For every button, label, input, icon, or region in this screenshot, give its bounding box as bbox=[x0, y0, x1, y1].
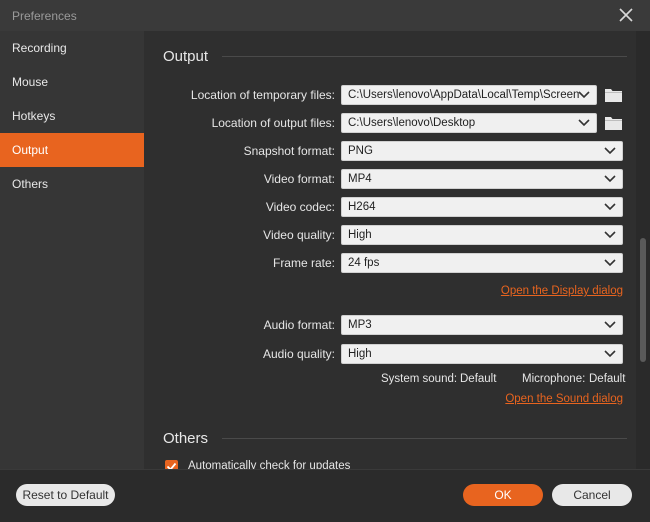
video-codec-value: H264 bbox=[348, 201, 376, 213]
snapshot-format-label: Snapshot format: bbox=[243, 144, 335, 158]
system-sound-label: System sound: bbox=[381, 373, 458, 385]
sidebar-item-recording[interactable]: Recording bbox=[0, 31, 144, 65]
system-sound-value: Default bbox=[460, 373, 497, 385]
frame-rate-row: Frame rate: 24 fps bbox=[145, 253, 635, 273]
auto-update-label: Automatically check for updates bbox=[188, 460, 351, 469]
sidebar-item-others[interactable]: Others bbox=[0, 167, 144, 201]
audio-format-select[interactable]: MP3 bbox=[341, 315, 623, 335]
open-display-dialog-link[interactable]: Open the Display dialog bbox=[501, 285, 623, 297]
others-section-header: Others bbox=[163, 430, 627, 447]
temp-files-select[interactable]: C:\Users\lenovo\AppData\Local\Temp\Scree… bbox=[341, 85, 597, 105]
sidebar-item-output[interactable]: Output bbox=[0, 133, 144, 167]
video-codec-label: Video codec: bbox=[265, 200, 335, 214]
temp-files-value: C:\Users\lenovo\AppData\Local\Temp\Scree… bbox=[348, 89, 580, 101]
close-icon[interactable] bbox=[618, 7, 634, 23]
temp-files-label: Location of temporary files: bbox=[190, 88, 335, 102]
chevron-down-icon bbox=[604, 231, 616, 239]
chevron-down-icon bbox=[604, 203, 616, 211]
audio-quality-row: Audio quality: High bbox=[145, 344, 635, 364]
chevron-down-icon bbox=[578, 91, 590, 99]
frame-rate-label: Frame rate: bbox=[272, 256, 335, 270]
sidebar-item-hotkeys[interactable]: Hotkeys bbox=[0, 99, 144, 133]
output-files-row: Location of output files: C:\Users\lenov… bbox=[145, 113, 635, 133]
microphone-label: Microphone: bbox=[522, 373, 586, 385]
settings-panel: Output Location of temporary files: C:\U… bbox=[145, 31, 635, 469]
reset-to-default-button[interactable]: Reset to Default bbox=[16, 484, 115, 506]
chevron-down-icon bbox=[604, 175, 616, 183]
chevron-down-icon bbox=[604, 147, 616, 155]
output-files-value: C:\Users\lenovo\Desktop bbox=[348, 117, 476, 129]
chevron-down-icon bbox=[604, 321, 616, 329]
section-divider bbox=[222, 56, 627, 57]
audio-format-row: Audio format: MP3 bbox=[145, 315, 635, 335]
output-files-label: Location of output files: bbox=[211, 116, 335, 130]
section-title: Others bbox=[163, 430, 209, 447]
auto-update-checkbox[interactable] bbox=[165, 459, 178, 469]
video-quality-select[interactable]: High bbox=[341, 225, 623, 245]
frame-rate-value: 24 fps bbox=[348, 257, 380, 269]
video-quality-label: Video quality: bbox=[263, 228, 335, 242]
video-quality-row: Video quality: High bbox=[145, 225, 635, 245]
temp-files-row: Location of temporary files: C:\Users\le… bbox=[145, 85, 635, 105]
vertical-scrollbar[interactable] bbox=[636, 31, 650, 469]
chevron-down-icon bbox=[578, 119, 590, 127]
dialog-footer: Reset to Default OK Cancel bbox=[0, 469, 650, 522]
frame-rate-select[interactable]: 24 fps bbox=[341, 253, 623, 273]
folder-icon[interactable] bbox=[605, 115, 622, 130]
cancel-button[interactable]: Cancel bbox=[552, 484, 632, 506]
chevron-down-icon bbox=[604, 350, 616, 358]
checkmark-icon bbox=[166, 462, 177, 469]
audio-quality-select[interactable]: High bbox=[341, 344, 623, 364]
sidebar-item-label: Hotkeys bbox=[12, 109, 56, 123]
video-codec-row: Video codec: H264 bbox=[145, 197, 635, 217]
microphone-value: Default bbox=[589, 373, 626, 385]
sidebar-item-label: Others bbox=[12, 177, 49, 191]
scrollbar-thumb[interactable] bbox=[640, 238, 646, 362]
snapshot-format-select[interactable]: PNG bbox=[341, 141, 623, 161]
sidebar-item-mouse[interactable]: Mouse bbox=[0, 65, 144, 99]
video-codec-select[interactable]: H264 bbox=[341, 197, 623, 217]
title-bar: Preferences bbox=[0, 0, 650, 31]
sidebar-item-label: Recording bbox=[12, 41, 67, 55]
window-title: Preferences bbox=[12, 9, 77, 23]
audio-sources-row: System sound: Default Microphone: Defaul… bbox=[145, 373, 635, 389]
audio-format-value: MP3 bbox=[348, 319, 372, 331]
snapshot-format-row: Snapshot format: PNG bbox=[145, 141, 635, 161]
folder-icon[interactable] bbox=[605, 87, 622, 102]
audio-format-label: Audio format: bbox=[263, 318, 335, 332]
audio-quality-value: High bbox=[348, 348, 372, 360]
sidebar-item-label: Mouse bbox=[12, 75, 49, 89]
section-title: Output bbox=[163, 48, 209, 65]
audio-quality-label: Audio quality: bbox=[262, 347, 335, 361]
output-files-select[interactable]: C:\Users\lenovo\Desktop bbox=[341, 113, 597, 133]
video-format-select[interactable]: MP4 bbox=[341, 169, 623, 189]
section-divider bbox=[222, 438, 627, 439]
sidebar: Recording Mouse Hotkeys Output Others bbox=[0, 31, 144, 469]
chevron-down-icon bbox=[604, 259, 616, 267]
sidebar-item-label: Output bbox=[12, 143, 49, 157]
ok-button[interactable]: OK bbox=[463, 484, 543, 506]
snapshot-format-value: PNG bbox=[348, 145, 373, 157]
video-format-row: Video format: MP4 bbox=[145, 169, 635, 189]
auto-update-row: Automatically check for updates bbox=[165, 458, 350, 469]
video-quality-value: High bbox=[348, 229, 372, 241]
open-sound-dialog-link[interactable]: Open the Sound dialog bbox=[505, 393, 623, 405]
video-format-label: Video format: bbox=[263, 172, 335, 186]
video-format-value: MP4 bbox=[348, 173, 372, 185]
output-section-header: Output bbox=[163, 48, 627, 65]
